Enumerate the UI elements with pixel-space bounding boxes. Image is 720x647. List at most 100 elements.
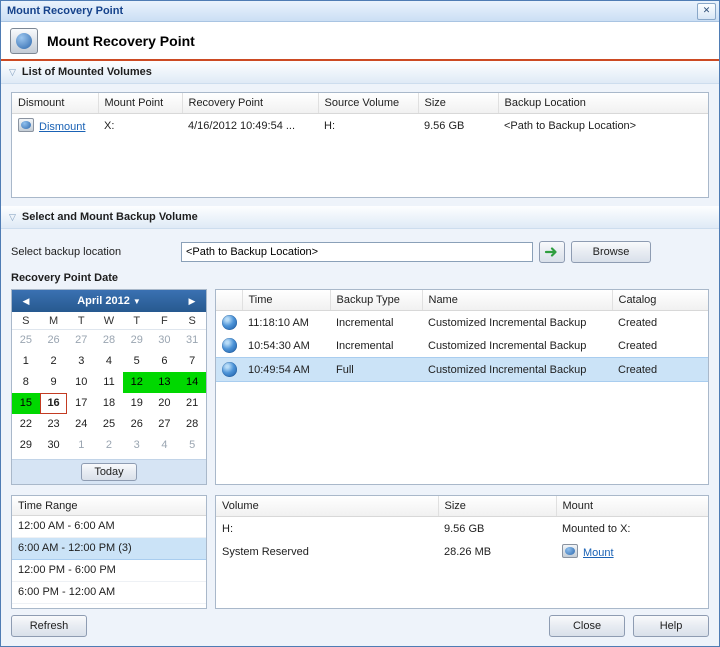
mount-recovery-point-dialog: Mount Recovery Point ✕ Mount Recovery Po… [0,0,720,647]
calendar-date[interactable]: 4 [151,435,179,456]
backup-icon-cell [216,311,242,335]
calendar-date[interactable]: 13 [151,372,179,393]
cal-grid: 2526272829303112345678910111213141516171… [12,330,206,459]
volume-row: H:9.56 GBMounted to X: [216,517,708,541]
calendar-date[interactable]: 25 [95,414,123,435]
calendar-date[interactable]: 12 [123,372,151,393]
backup-location-input[interactable] [181,242,533,262]
column-header[interactable]: Size [438,496,556,517]
calendar-date[interactable]: 5 [178,435,206,456]
calendar-date[interactable]: 19 [123,393,151,414]
browse-button[interactable]: Browse [571,241,651,263]
volumes-table: VolumeSizeMount H:9.56 GBMounted to X:Sy… [216,496,708,563]
calendar-date[interactable]: 1 [67,435,95,456]
backup-row[interactable]: 11:18:10 AMIncrementalCustomized Increme… [216,311,708,335]
column-header[interactable]: Size [418,93,498,114]
backup-row[interactable]: 10:49:54 AMFullCustomized Incremental Ba… [216,358,708,382]
column-header[interactable]: Backup Type [330,290,422,311]
calendar-date[interactable]: 26 [123,414,151,435]
calendar-date[interactable]: 11 [95,372,123,393]
column-header[interactable]: Dismount [12,93,98,114]
calendar-date[interactable]: 10 [67,372,95,393]
column-header[interactable]: Recovery Point [182,93,318,114]
column-header[interactable]: Backup Location [498,93,708,114]
right-column: TimeBackup TypeNameCatalog 11:18:10 AMIn… [215,289,709,609]
calendar-date[interactable]: 24 [67,414,95,435]
calendar-date[interactable]: 3 [67,351,95,372]
column-header[interactable]: Name [422,290,612,311]
calendar-date[interactable]: 26 [40,330,68,351]
calendar-date[interactable]: 29 [12,435,40,456]
calendar-date[interactable]: 3 [123,435,151,456]
column-header[interactable] [216,290,242,311]
time-range-item[interactable]: 6:00 AM - 12:00 PM (3) [12,538,206,560]
backup-row[interactable]: 10:54:30 AMIncrementalCustomized Increme… [216,334,708,358]
column-header[interactable]: Mount [556,496,708,517]
mount-link[interactable]: Mount [583,547,614,559]
refresh-button[interactable]: Refresh [11,615,87,637]
time-cell: 10:49:54 AM [242,358,330,382]
calendar-date[interactable]: 7 [178,351,206,372]
calendar-date[interactable]: 29 [123,330,151,351]
time-range-item[interactable]: 6:00 PM - 12:00 AM [12,582,206,604]
backup-icon [222,338,237,353]
calendar-date[interactable]: 25 [12,330,40,351]
dismount-link[interactable]: Dismount [39,121,85,133]
mount-recovery-icon [10,28,38,54]
calendar-date[interactable]: 30 [40,435,68,456]
calendar-date[interactable]: 23 [40,414,68,435]
calendar-date[interactable]: 31 [178,330,206,351]
calendar-month-label[interactable]: April 2012▼ [35,295,183,307]
help-button[interactable]: Help [633,615,709,637]
calendar-date[interactable]: 22 [12,414,40,435]
calendar-date[interactable]: 1 [12,351,40,372]
close-button[interactable]: Close [549,615,625,637]
calendar-date[interactable]: 28 [178,414,206,435]
window-titlebar[interactable]: Mount Recovery Point ✕ [1,1,719,22]
time-range-item[interactable]: 12:00 AM - 6:00 AM [12,516,206,538]
column-header[interactable]: Volume [216,496,438,517]
calendar-date[interactable]: 20 [151,393,179,414]
calendar-date[interactable]: 30 [151,330,179,351]
calendar-date[interactable]: 18 [95,393,123,414]
section-mounted-volumes[interactable]: ▽ List of Mounted Volumes [1,61,719,84]
volumes-panel: VolumeSizeMount H:9.56 GBMounted to X:Sy… [215,495,709,609]
set-location-button[interactable] [539,241,565,263]
calendar-date[interactable]: 27 [151,414,179,435]
mount-cell: Mount [556,540,708,563]
backup-location-row: Select backup location Browse [11,241,709,263]
calendar-date[interactable]: 8 [12,372,40,393]
volumes-head: VolumeSizeMount [216,496,708,517]
name-cell: Customized Incremental Backup [422,334,612,358]
calendar-date[interactable]: 14 [178,372,206,393]
column-header[interactable]: Time [242,290,330,311]
calendar-date[interactable]: 9 [40,372,68,393]
calendar-date[interactable]: 2 [95,435,123,456]
dismount-cell: Dismount [12,114,98,138]
calendar-date[interactable]: 6 [151,351,179,372]
calendar-date[interactable]: 17 [67,393,95,414]
calendar-prev-icon[interactable]: ◀ [17,296,35,307]
today-button[interactable]: Today [81,463,137,481]
mount-cell: Mounted to X: [556,517,708,541]
calendar-next-icon[interactable]: ▶ [183,296,201,307]
calendar-date[interactable]: 16 [40,393,68,414]
column-header[interactable]: Source Volume [318,93,418,114]
column-header[interactable]: Mount Point [98,93,182,114]
left-column: ◀ April 2012▼ ▶ SMTWTFS 2526272829303112… [11,289,207,609]
calendar-date[interactable]: 2 [40,351,68,372]
column-header[interactable]: Catalog [612,290,708,311]
close-icon[interactable]: ✕ [697,3,716,20]
header-row: DismountMount PointRecovery PointSource … [12,93,708,114]
mounted-body: DismountX:4/16/2012 10:49:54 ...H:9.56 G… [12,114,708,138]
calendar-date[interactable]: 21 [178,393,206,414]
calendar-date[interactable]: 5 [123,351,151,372]
calendar-date[interactable]: 15 [12,393,40,414]
window-title: Mount Recovery Point [7,5,697,17]
calendar-date[interactable]: 27 [67,330,95,351]
calendar-date[interactable]: 4 [95,351,123,372]
section-select-mount[interactable]: ▽ Select and Mount Backup Volume [1,206,719,229]
calendar-date[interactable]: 28 [95,330,123,351]
time-range-item[interactable]: 12:00 PM - 6:00 PM [12,560,206,582]
chevron-down-icon: ▽ [9,67,16,78]
